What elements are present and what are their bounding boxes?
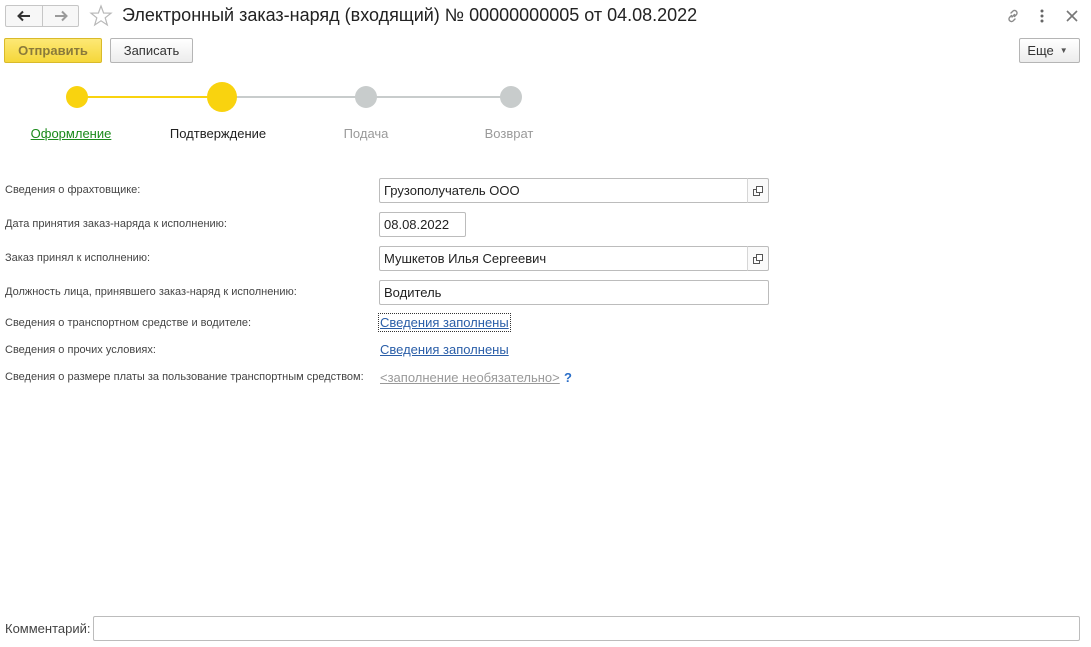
step-label-confirmation: Подтверждение xyxy=(169,126,267,141)
chevron-down-icon: ▼ xyxy=(1059,46,1068,55)
carrier-label: Сведения о фрахтовщике: xyxy=(5,184,141,196)
step-dot-4 xyxy=(500,86,522,108)
accepted-by-field[interactable]: Мушкетов Илья Сергеевич xyxy=(379,246,748,271)
comment-label: Комментарий: xyxy=(5,621,91,636)
close-button[interactable] xyxy=(1062,6,1082,26)
comment-input[interactable] xyxy=(93,616,1080,641)
copy-link-button[interactable] xyxy=(1003,6,1023,26)
forward-button[interactable] xyxy=(42,6,78,26)
link-icon xyxy=(1008,9,1018,23)
kebab-icon xyxy=(1040,9,1044,23)
step-connector-3 xyxy=(366,96,511,98)
page-title: Электронный заказ-наряд (входящий) № 000… xyxy=(122,5,698,25)
other-conditions-link[interactable]: Сведения заполнены xyxy=(380,342,509,357)
open-in-window-icon xyxy=(753,253,763,264)
position-label: Должность лица, принявшего заказ-наряд к… xyxy=(5,286,297,298)
navigation-buttons xyxy=(5,5,79,27)
arrow-left-icon xyxy=(17,10,30,22)
accept-date-label: Дата принятия заказ-наряда к исполнению: xyxy=(5,218,227,230)
payment-label: Сведения о размере платы за пользование … xyxy=(5,371,364,383)
favorite-button[interactable] xyxy=(88,3,114,29)
open-in-window-icon xyxy=(753,185,763,196)
payment-link[interactable]: <заполнение необязательно> xyxy=(380,370,560,385)
accepted-by-open-button[interactable] xyxy=(747,246,769,271)
step-connector-1 xyxy=(77,96,222,98)
carrier-open-button[interactable] xyxy=(747,178,769,203)
step-label-submission: Подача xyxy=(343,126,389,141)
accept-date-field[interactable]: 08.08.2022 xyxy=(379,212,466,237)
close-icon xyxy=(1066,10,1078,22)
save-button[interactable]: Записать xyxy=(110,38,193,63)
arrow-right-icon xyxy=(54,10,68,22)
step-label-return: Возврат xyxy=(484,126,534,141)
more-menu-button[interactable]: Еще ▼ xyxy=(1019,38,1080,63)
send-button[interactable]: Отправить xyxy=(4,38,102,63)
position-field[interactable]: Водитель xyxy=(379,280,769,305)
process-stepper: Оформление Подтверждение Подача Возврат xyxy=(0,76,600,156)
more-menu-label: Еще xyxy=(1027,43,1054,58)
accepted-by-label: Заказ принял к исполнению: xyxy=(5,252,151,264)
window-titlebar: Электронный заказ-наряд (входящий) № 000… xyxy=(0,0,1091,34)
step-dot-3 xyxy=(355,86,377,108)
other-conditions-label: Сведения о прочих условиях: xyxy=(5,344,156,356)
vehicle-driver-label: Сведения о транспортном средстве и водит… xyxy=(5,317,252,329)
carrier-field[interactable]: Грузополучатель ООО xyxy=(379,178,748,203)
step-label-design[interactable]: Оформление xyxy=(31,126,112,141)
star-icon xyxy=(89,4,113,27)
help-button[interactable]: ? xyxy=(564,370,572,385)
step-dot-2 xyxy=(207,82,237,112)
more-actions-button[interactable] xyxy=(1034,6,1050,26)
back-button[interactable] xyxy=(6,6,42,26)
step-connector-2 xyxy=(222,96,366,98)
step-dot-1 xyxy=(66,86,88,108)
vehicle-driver-link[interactable]: Сведения заполнены xyxy=(378,313,511,332)
